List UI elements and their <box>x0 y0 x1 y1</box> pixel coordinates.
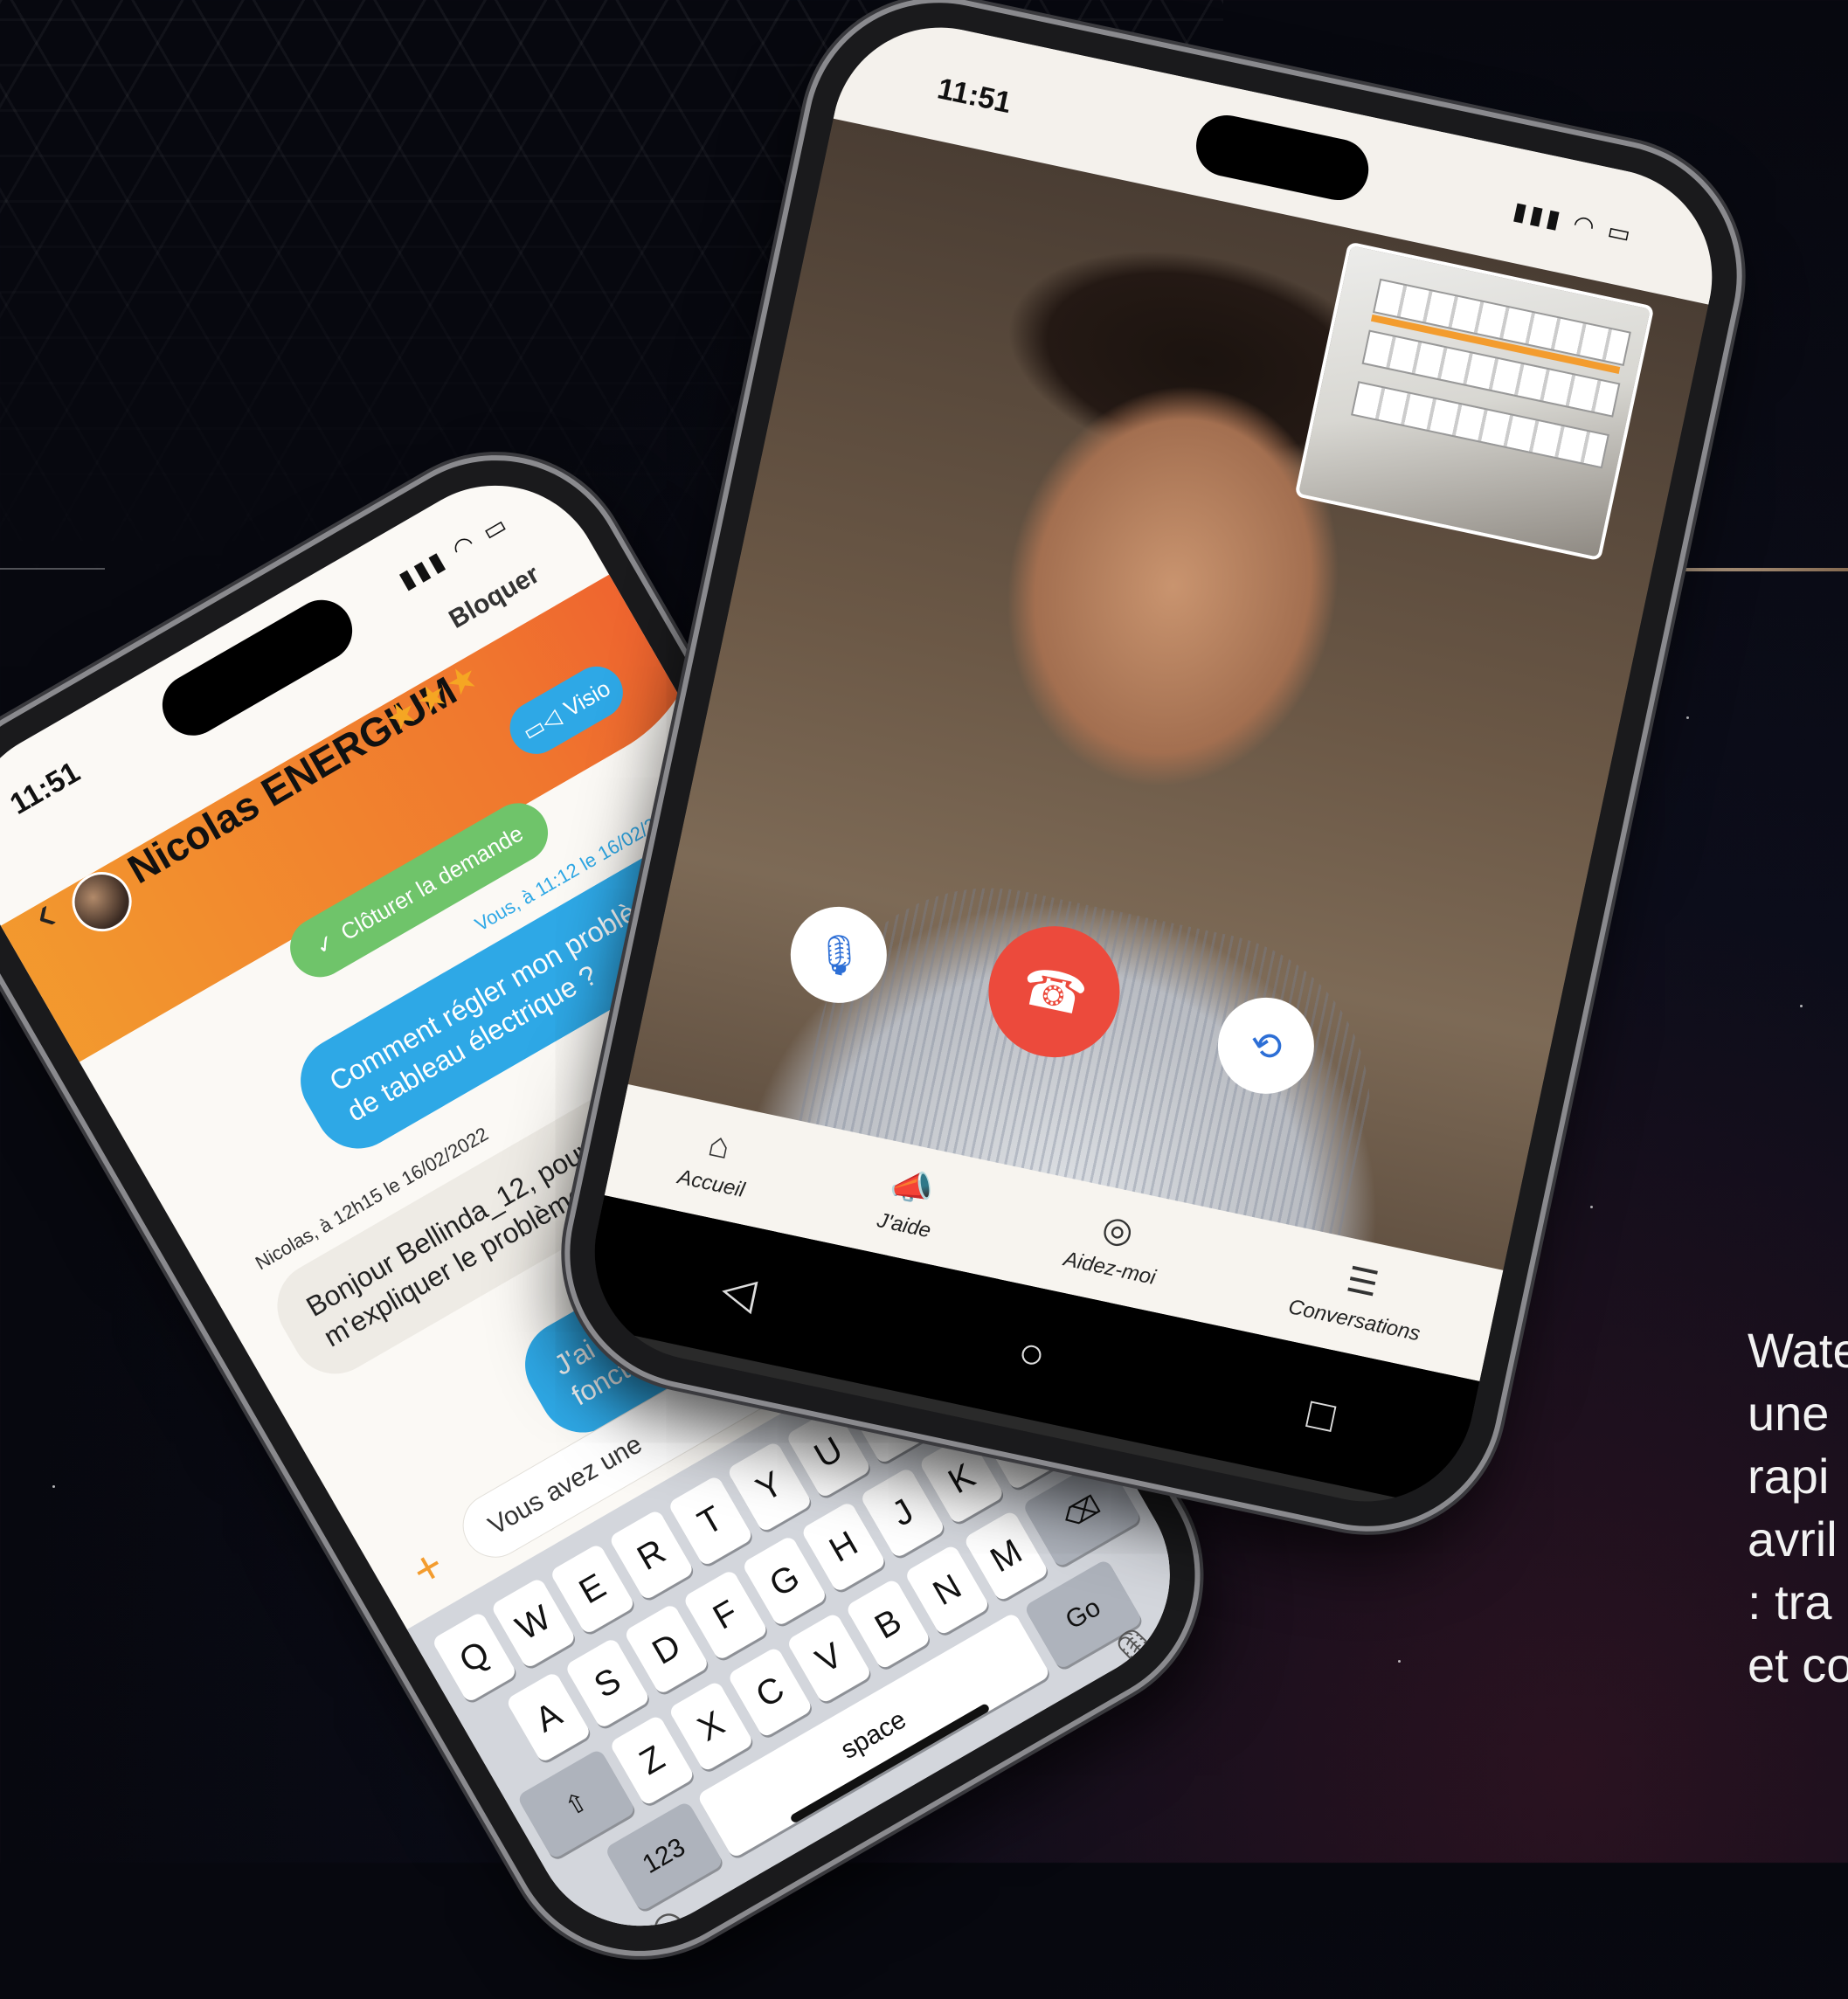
hang-up-icon: ☎ <box>1016 956 1093 1027</box>
dynamic-island <box>151 588 363 747</box>
lifebuoy-icon: ◎ <box>1098 1208 1137 1253</box>
home-circle-icon[interactable]: ○ <box>1014 1325 1050 1380</box>
star <box>1800 1005 1803 1007</box>
star <box>1686 716 1689 719</box>
home-icon: ⌂ <box>704 1124 734 1166</box>
marketing-line: et co <box>1748 1637 1848 1692</box>
marketing-line: avril <box>1748 1511 1838 1567</box>
marketing-line: Wate <box>1748 1323 1848 1378</box>
status-time: 11:51 <box>934 72 1014 121</box>
tab-accueil[interactable]: ⌂ Accueil <box>675 1119 757 1202</box>
recents-square-icon[interactable]: □ <box>1303 1387 1339 1442</box>
megaphone-icon: 📣 <box>887 1163 938 1211</box>
visio-label: Visio <box>558 674 615 722</box>
back-triangle-icon[interactable]: ◁ <box>717 1262 761 1319</box>
plus-icon[interactable]: + <box>402 1538 453 1598</box>
signal-wifi-battery-icon: ▮▮▮ ◠ ▭ <box>1511 197 1637 249</box>
marketing-line: rapi <box>1748 1449 1830 1504</box>
star <box>1398 1660 1401 1663</box>
microphone-icon: 🎙 <box>810 929 868 982</box>
star <box>52 1485 55 1488</box>
tab-label: J'aide <box>875 1207 933 1242</box>
tab-label: Conversations <box>1286 1295 1422 1346</box>
tab-label: Aidez-moi <box>1062 1247 1159 1290</box>
star <box>1590 1206 1593 1208</box>
tab-label: Accueil <box>675 1165 747 1202</box>
marketing-line: une <box>1748 1386 1830 1441</box>
decorative-line <box>0 568 105 570</box>
camera-flip-icon: ⟲ <box>1245 1021 1287 1070</box>
check-icon: ✓ <box>310 927 341 960</box>
marketing-text: Wate une rapi avril : tra et co <box>1748 1319 1848 1697</box>
video-camera-icon: ▭◁ <box>517 702 565 746</box>
tab-jaide[interactable]: 📣 J'aide <box>875 1161 943 1243</box>
status-time: 11:51 <box>4 755 86 821</box>
marketing-line: : tra <box>1748 1574 1832 1629</box>
tab-conversations[interactable]: ☰ Conversations <box>1286 1249 1432 1346</box>
tab-aidez-moi[interactable]: ◎ Aidez-moi <box>1062 1201 1167 1290</box>
conversations-icon: ☰ <box>1343 1260 1382 1304</box>
